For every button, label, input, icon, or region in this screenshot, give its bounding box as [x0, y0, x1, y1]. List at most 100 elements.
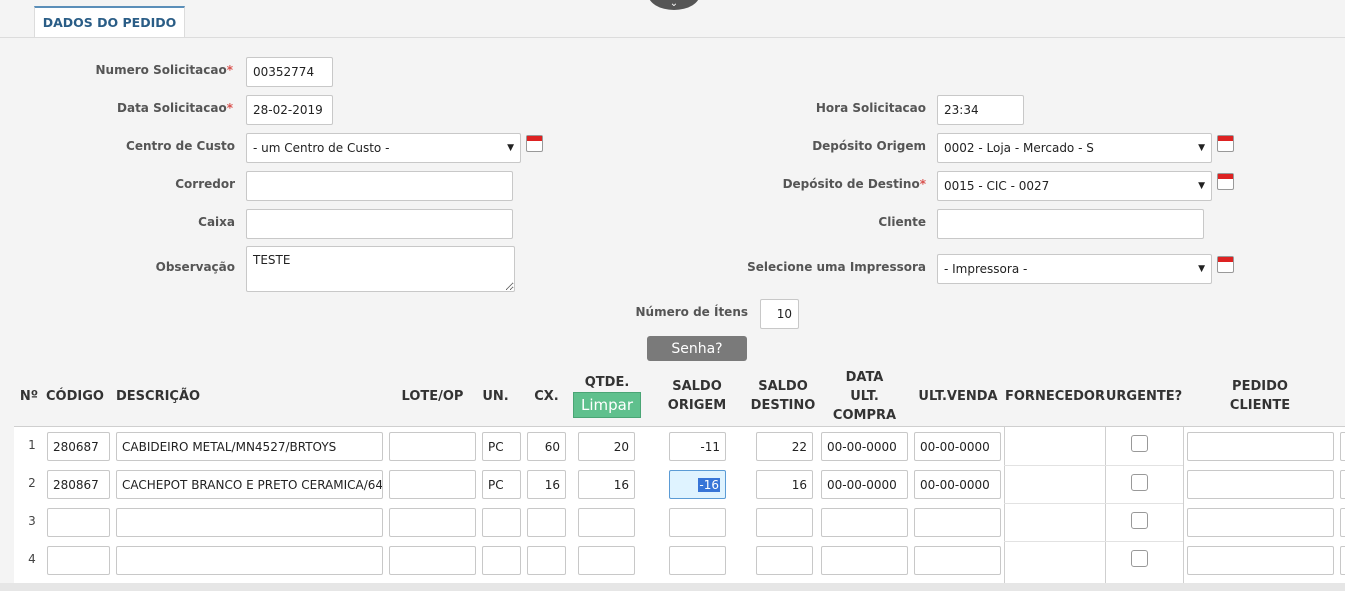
label-deposito-destino: Depósito de Destino* — [782, 177, 926, 191]
label-caixa: Caixa — [198, 215, 235, 229]
qtde-input[interactable]: 16 — [578, 470, 635, 499]
dropdown-arrow-icon: ▼ — [1198, 181, 1205, 191]
un-input[interactable] — [482, 508, 521, 537]
caixa-input[interactable] — [246, 209, 513, 239]
pedido-cliente-input[interactable] — [1187, 546, 1334, 575]
label-deposito-origem: Depósito Origem — [812, 139, 926, 153]
label-impressora: Selecione uma Impressora — [747, 260, 926, 274]
urgente-checkbox[interactable] — [1131, 550, 1148, 567]
cx-input[interactable] — [527, 546, 566, 575]
header-ult-venda: ULT.VENDA — [918, 389, 998, 404]
impressora-select[interactable]: - Impressora - ▼ — [937, 254, 1212, 284]
saldo-origem-input[interactable] — [669, 508, 726, 537]
lote-input[interactable] — [389, 508, 476, 537]
urgente-checkbox[interactable] — [1131, 435, 1148, 452]
row-number: 4 — [28, 552, 36, 566]
lote-input[interactable] — [389, 432, 476, 461]
extra-input[interactable] — [1340, 470, 1345, 499]
extra-input[interactable] — [1340, 432, 1345, 461]
row-divider — [1004, 465, 1183, 466]
deposito-origem-select[interactable]: 0002 - Loja - Mercado - S ▼ — [937, 133, 1212, 163]
selected-text: -16 — [698, 477, 720, 492]
bottom-scroll-area — [0, 583, 1345, 591]
header-un: UN. — [482, 389, 509, 404]
ult-venda-input[interactable] — [914, 546, 1001, 575]
pedido-cliente-input[interactable] — [1187, 508, 1334, 537]
row-divider — [1004, 503, 1183, 504]
ult-venda-input[interactable]: 00-00-0000 — [914, 470, 1001, 499]
codigo-input[interactable]: 280867 — [47, 470, 110, 499]
urgente-checkbox[interactable] — [1131, 512, 1148, 529]
ult-venda-input[interactable]: 00-00-0000 — [914, 432, 1001, 461]
ult-venda-input[interactable] — [914, 508, 1001, 537]
codigo-input[interactable] — [47, 546, 110, 575]
label-hora-solicitacao: Hora Solicitacao — [815, 101, 926, 115]
calendar-icon[interactable] — [1217, 173, 1234, 190]
cx-input[interactable]: 60 — [527, 432, 566, 461]
cx-input[interactable]: 16 — [527, 470, 566, 499]
qtde-input[interactable] — [578, 508, 635, 537]
saldo-destino-input[interactable] — [756, 508, 813, 537]
label-corredor: Corredor — [175, 177, 235, 191]
dropdown-arrow-icon: ▼ — [1198, 143, 1205, 153]
lote-input[interactable] — [389, 470, 476, 499]
observacao-textarea[interactable]: TESTE — [246, 246, 515, 292]
data-ult-compra-input[interactable] — [821, 546, 908, 575]
saldo-destino-input[interactable]: 16 — [756, 470, 813, 499]
row-number: 3 — [28, 514, 36, 528]
data-ult-compra-input[interactable] — [821, 508, 908, 537]
label-cliente: Cliente — [878, 215, 926, 229]
header-pedido-cliente: PEDIDO CLIENTE — [1229, 379, 1291, 413]
corredor-input[interactable] — [246, 171, 513, 201]
saldo-destino-input[interactable]: 22 — [756, 432, 813, 461]
cx-input[interactable] — [527, 508, 566, 537]
header-fornecedor: FORNECEDOR — [1005, 389, 1105, 404]
data-ult-compra-input[interactable]: 00-00-0000 — [821, 432, 908, 461]
descricao-input[interactable] — [116, 508, 383, 537]
saldo-origem-input[interactable]: -11 — [669, 432, 726, 461]
un-input[interactable] — [482, 546, 521, 575]
qtde-input[interactable]: 20 — [578, 432, 635, 461]
un-input[interactable]: PC — [482, 432, 521, 461]
descricao-input[interactable] — [116, 546, 383, 575]
cliente-input[interactable] — [937, 209, 1204, 239]
descricao-input[interactable]: CACHEPOT BRANCO E PRETO CERAMICA/6494 — [116, 470, 383, 499]
calendar-icon[interactable] — [1217, 135, 1234, 152]
header-qtde: QTDE. — [584, 375, 630, 390]
label-observacao: Observação — [155, 260, 235, 274]
codigo-input[interactable] — [47, 508, 110, 537]
codigo-input[interactable]: 280687 — [47, 432, 110, 461]
hora-solicitacao-input[interactable]: 23:34 — [937, 95, 1024, 125]
header-cx: CX. — [534, 389, 559, 404]
header-descricao: DESCRIÇÃO — [116, 389, 201, 404]
header-lote: LOTE/OP — [401, 389, 464, 404]
tab-dados-do-pedido[interactable]: DADOS DO PEDIDO — [34, 6, 185, 37]
numero-solicitacao-input[interactable]: 00352774 — [246, 57, 333, 87]
lote-input[interactable] — [389, 546, 476, 575]
calendar-icon[interactable] — [526, 135, 543, 152]
extra-input[interactable] — [1340, 508, 1345, 537]
senha-button[interactable]: Senha? — [647, 336, 747, 361]
extra-input[interactable] — [1340, 546, 1345, 575]
urgente-checkbox[interactable] — [1131, 474, 1148, 491]
pedido-cliente-input[interactable] — [1187, 470, 1334, 499]
header-saldo-origem: SALDO ORIGEM — [667, 379, 727, 413]
header-saldo-destino: SALDO DESTINO — [750, 379, 816, 413]
centro-custo-select[interactable]: - um Centro de Custo - ▼ — [246, 133, 521, 163]
data-solicitacao-input[interactable]: 28-02-2019 — [246, 95, 333, 125]
pedido-cliente-input[interactable] — [1187, 432, 1334, 461]
saldo-origem-input[interactable]: -16 — [669, 470, 726, 499]
header-data-ult-compra: DATA ULT. COMPRA — [832, 370, 897, 423]
deposito-destino-select[interactable]: 0015 - CIC - 0027 ▼ — [937, 171, 1212, 201]
saldo-origem-input[interactable] — [669, 546, 726, 575]
numero-itens-input[interactable]: 10 — [760, 299, 799, 329]
header-n: Nº — [19, 389, 39, 404]
qtde-input[interactable] — [578, 546, 635, 575]
row-number: 2 — [28, 476, 36, 490]
limpar-button[interactable]: Limpar — [573, 392, 641, 418]
calendar-icon[interactable] — [1217, 256, 1234, 273]
saldo-destino-input[interactable] — [756, 546, 813, 575]
data-ult-compra-input[interactable]: 00-00-0000 — [821, 470, 908, 499]
un-input[interactable]: PC — [482, 470, 521, 499]
descricao-input[interactable]: CABIDEIRO METAL/MN4527/BRTOYS — [116, 432, 383, 461]
